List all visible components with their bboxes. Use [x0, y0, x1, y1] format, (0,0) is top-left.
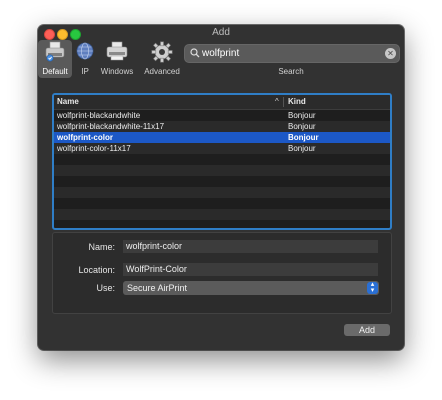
location-field[interactable]: WolfPrint-Color — [123, 263, 378, 276]
row-name: wolfprint-color-11x17 — [57, 144, 131, 153]
table-row[interactable]: wolfprint-blackandwhite Bonjour — [54, 110, 390, 121]
add-printer-window: Add Default IP Windows Advanced wolfprin… — [38, 25, 404, 350]
search-label: Search — [278, 67, 304, 76]
empty-row — [54, 209, 390, 220]
row-kind: Bonjour — [288, 122, 316, 131]
table-row-selected[interactable]: wolfprint-color Bonjour — [54, 132, 390, 143]
row-kind: Bonjour — [288, 144, 316, 153]
close-window-button[interactable] — [44, 29, 55, 40]
printer-details-panel: Name: wolfprint-color Location: WolfPrin… — [52, 232, 392, 314]
add-button[interactable]: Add — [344, 324, 390, 336]
printer-icon — [45, 41, 65, 62]
row-name: wolfprint-color — [57, 133, 113, 142]
toolbar-advanced-button[interactable]: Advanced — [142, 40, 182, 78]
toolbar-default-button[interactable]: Default — [38, 40, 72, 78]
use-select[interactable]: Secure AirPrint ▴ ▾ — [123, 281, 379, 295]
use-select-value: Secure AirPrint — [127, 283, 188, 293]
table-row[interactable]: wolfprint-blackandwhite-11x17 Bonjour — [54, 121, 390, 132]
empty-row — [54, 198, 390, 209]
toolbar-ip-button[interactable]: IP — [72, 40, 98, 78]
zoom-window-button[interactable] — [70, 29, 81, 40]
search-input[interactable]: wolfprint — [202, 45, 239, 62]
name-label: Name: — [88, 242, 115, 252]
search-icon — [190, 48, 200, 58]
column-separator — [283, 97, 284, 107]
empty-row — [54, 165, 390, 176]
windows-printer-icon — [106, 41, 128, 61]
chevron-up-down-icon: ▴ ▾ — [367, 281, 378, 294]
empty-row — [54, 154, 390, 165]
use-label: Use: — [96, 283, 115, 293]
printer-list[interactable]: Name ^ Kind wolfprint-blackandwhite Bonj… — [52, 93, 392, 230]
table-header: Name ^ Kind — [54, 95, 390, 110]
empty-row — [54, 220, 390, 228]
row-name: wolfprint-blackandwhite-11x17 — [57, 122, 165, 131]
sort-ascending-icon: ^ — [275, 97, 279, 106]
column-header-name[interactable]: Name — [57, 95, 79, 109]
row-name: wolfprint-blackandwhite — [57, 111, 141, 120]
toolbar-default-label: Default — [42, 67, 68, 76]
clear-search-icon[interactable]: ✕ — [385, 48, 396, 59]
column-header-kind[interactable]: Kind — [288, 95, 306, 109]
toolbar-ip-label: IP — [81, 67, 89, 76]
toolbar-windows-label: Windows — [100, 67, 134, 76]
gear-icon — [151, 41, 173, 63]
search-field[interactable]: wolfprint ✕ — [184, 44, 400, 63]
empty-row — [54, 176, 390, 187]
toolbar-advanced-label: Advanced — [144, 67, 180, 76]
window-title: Add — [212, 27, 230, 38]
location-label: Location: — [78, 265, 115, 275]
table-row[interactable]: wolfprint-color-11x17 Bonjour — [54, 143, 390, 154]
titlebar: Add — [38, 25, 404, 41]
toolbar-windows-button[interactable]: Windows — [98, 40, 136, 78]
minimize-window-button[interactable] — [57, 29, 68, 40]
row-kind: Bonjour — [288, 133, 319, 142]
globe-icon — [76, 42, 94, 60]
empty-row — [54, 187, 390, 198]
name-field[interactable]: wolfprint-color — [123, 240, 378, 253]
row-kind: Bonjour — [288, 111, 316, 120]
